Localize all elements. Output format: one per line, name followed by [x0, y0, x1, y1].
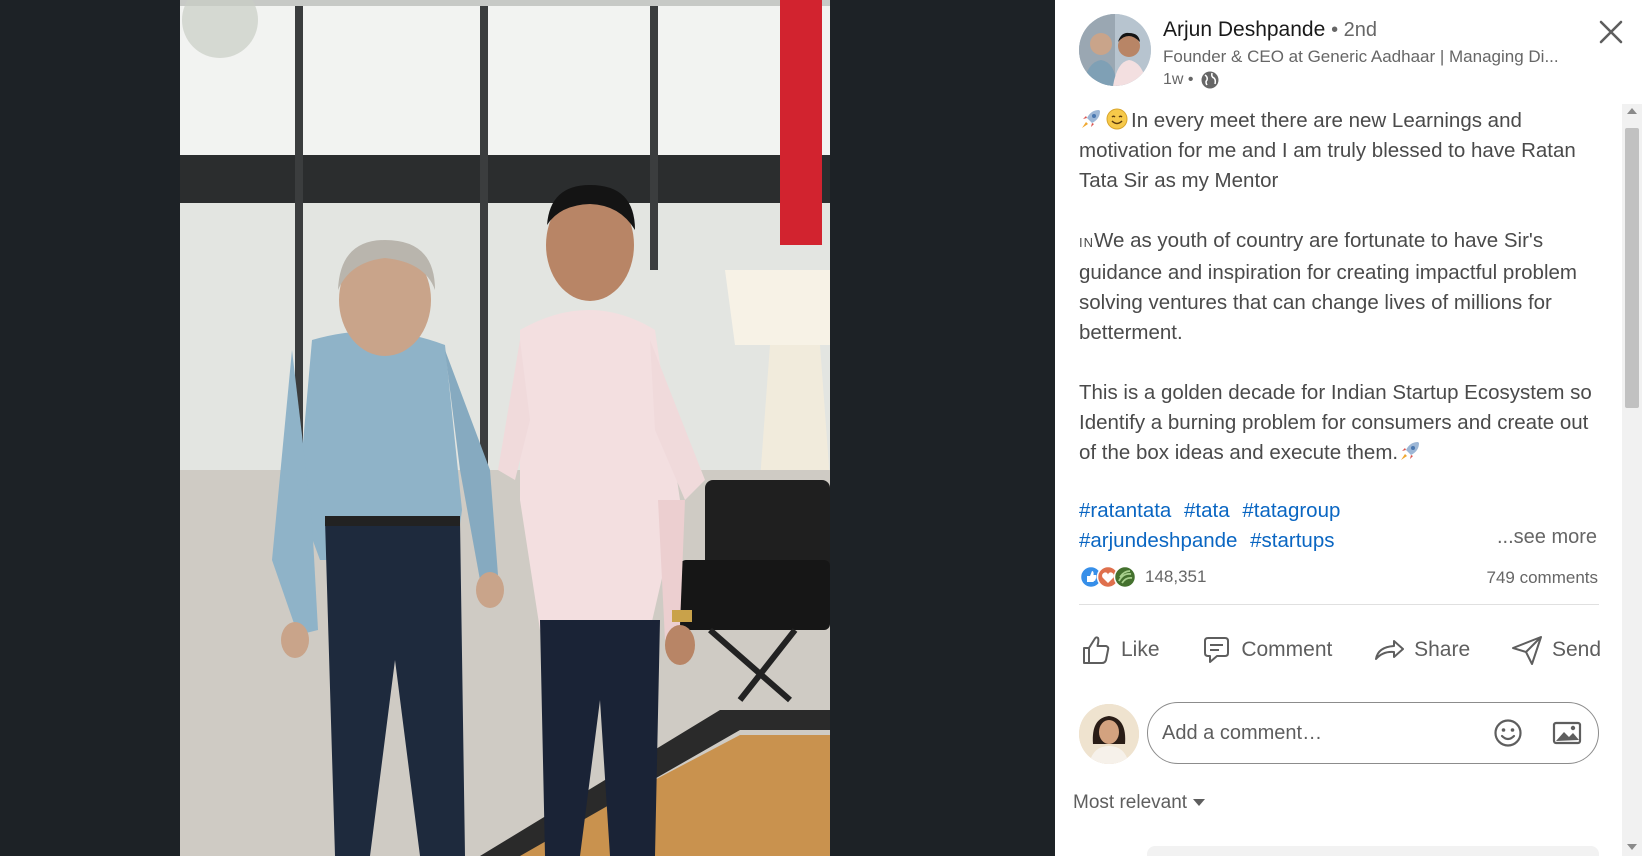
connection-degree: • 2nd: [1331, 19, 1378, 41]
photo-viewer: [0, 0, 1055, 856]
action-bar: Like Comment Share Send: [1079, 628, 1601, 672]
comment-input[interactable]: [1162, 703, 1462, 763]
hashtag-link[interactable]: #tatagroup: [1242, 499, 1340, 522]
hashtag-list: #ratantata #tata #tatagroup #arjundeshpa…: [1079, 496, 1509, 556]
thumbs-up-icon: [1083, 636, 1110, 664]
scroll-up-arrow-icon[interactable]: [1627, 108, 1637, 114]
post-meta: 1w •: [1163, 70, 1220, 90]
emoji-button[interactable]: [1492, 717, 1524, 749]
comment-icon: [1204, 637, 1230, 663]
close-button[interactable]: [1595, 16, 1627, 48]
author-avatar[interactable]: [1079, 14, 1151, 86]
send-plane-icon: [1511, 636, 1542, 665]
paragraph-1-text: In every meet there are new Learnings an…: [1079, 109, 1576, 192]
post-photo[interactable]: [180, 0, 830, 856]
post-paragraph-2: INWe as youth of country are fortunate t…: [1079, 226, 1599, 348]
comment-button[interactable]: Comment: [1199, 628, 1332, 672]
add-photo-button[interactable]: [1551, 717, 1583, 749]
reaction-icons: [1079, 565, 1137, 589]
photo-illustration: [180, 0, 830, 856]
smiley-icon: [1494, 719, 1522, 747]
post-detail-panel: Arjun Deshpande • 2nd Founder & CEO at G…: [1055, 0, 1642, 856]
scroll-thumb[interactable]: [1625, 128, 1639, 408]
paragraph-2-text: We as youth of country are fortunate to …: [1079, 229, 1577, 344]
share-button[interactable]: Share: [1372, 628, 1470, 672]
send-button[interactable]: Send: [1510, 628, 1601, 672]
globe-icon: [1201, 71, 1218, 89]
comment-sort-dropdown[interactable]: Most relevant: [1073, 792, 1206, 814]
divider: [1079, 604, 1599, 605]
support-reaction-icon: [1113, 565, 1137, 589]
paragraph-3-text: This is a golden decade for Indian Start…: [1079, 381, 1592, 464]
hashtag-link[interactable]: #startups: [1250, 529, 1334, 552]
scroll-down-arrow-icon[interactable]: [1627, 844, 1637, 850]
post-paragraph-1: In every meet there are new Learnings an…: [1079, 106, 1599, 196]
image-icon: [1552, 721, 1582, 745]
author-avatar-image: [1079, 14, 1151, 86]
user-avatar-image: [1079, 704, 1139, 764]
share-arrow-icon: [1375, 640, 1405, 660]
hashtag-link[interactable]: #ratantata: [1079, 499, 1171, 522]
hashtag-link[interactable]: #arjundeshpande: [1079, 529, 1237, 552]
post-time: 1w •: [1163, 71, 1194, 88]
see-more-link[interactable]: ...see more: [1497, 526, 1597, 549]
current-user-avatar[interactable]: [1079, 704, 1139, 764]
smile-emoji: [1106, 108, 1128, 130]
like-button[interactable]: Like: [1079, 628, 1160, 672]
hashtag-link[interactable]: #tata: [1184, 499, 1230, 522]
rocket-emoji: [1401, 442, 1420, 460]
comment-preview: [1147, 846, 1599, 856]
sort-label: Most relevant: [1073, 792, 1188, 813]
caret-down-icon: [1193, 799, 1206, 806]
like-label: Like: [1121, 638, 1160, 661]
author-headline: Founder & CEO at Generic Aadhaar | Manag…: [1163, 47, 1559, 66]
share-label: Share: [1414, 638, 1471, 661]
send-label: Send: [1551, 638, 1601, 661]
comments-count[interactable]: 749 comments: [1487, 568, 1599, 588]
panel-scrollbar[interactable]: [1622, 104, 1642, 856]
reactions-summary[interactable]: 148,351: [1079, 565, 1206, 589]
post-text: In every meet there are new Learnings an…: [1079, 106, 1599, 498]
close-icon: [1599, 20, 1623, 44]
india-flag-emoji: IN: [1079, 235, 1094, 250]
author-name[interactable]: Arjun Deshpande: [1163, 18, 1325, 41]
rocket-emoji: [1082, 110, 1100, 128]
comment-box: [1147, 702, 1599, 764]
author-name-line[interactable]: Arjun Deshpande • 2nd: [1163, 18, 1377, 42]
post-paragraph-3: This is a golden decade for Indian Start…: [1079, 378, 1599, 468]
comment-label: Comment: [1241, 638, 1333, 661]
reaction-count[interactable]: 148,351: [1145, 567, 1206, 587]
